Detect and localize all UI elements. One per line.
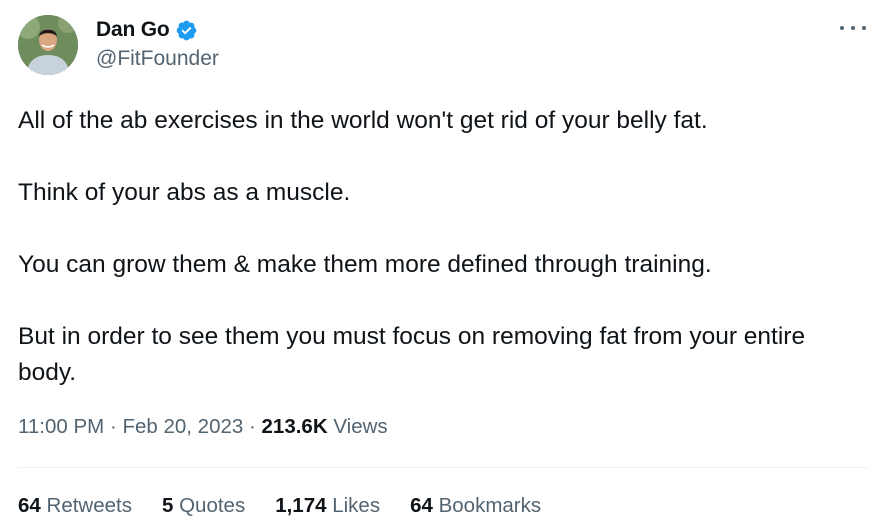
meta-separator: · — [109, 415, 117, 438]
quotes-label: Quotes — [179, 494, 246, 517]
tweet-paragraph: But in order to see them you must focus … — [18, 323, 806, 386]
author-display-name[interactable]: Dan Go — [96, 18, 170, 42]
author-handle[interactable]: @FitFounder — [96, 47, 219, 71]
engagement-stats: 64 Retweets 5 Quotes 1,174 Likes 64 Book… — [18, 494, 571, 518]
tweet-paragraph: All of the ab exercises in the world won… — [18, 107, 708, 134]
tweet-time[interactable]: 11:00 PM — [18, 415, 104, 438]
views-count: 213.6K — [261, 415, 328, 438]
more-horizontal-icon — [840, 26, 844, 30]
likes-stat[interactable]: 1,174 Likes — [275, 494, 380, 518]
retweets-count: 64 — [18, 494, 41, 517]
divider — [18, 467, 868, 468]
quotes-stat[interactable]: 5 Quotes — [162, 494, 245, 518]
retweets-stat[interactable]: 64 Retweets — [18, 494, 132, 518]
tweet-text: All of the ab exercises in the world won… — [18, 103, 868, 391]
tweet-paragraph: Think of your abs as a muscle. — [18, 179, 351, 206]
tweet-date[interactable]: Feb 20, 2023 — [122, 415, 243, 438]
more-options-button[interactable] — [840, 18, 866, 38]
more-horizontal-icon — [851, 26, 855, 30]
quotes-count: 5 — [161, 494, 174, 517]
bookmarks-label: Bookmarks — [438, 494, 542, 517]
verified-badge-icon[interactable] — [175, 19, 198, 42]
more-horizontal-icon — [862, 26, 866, 30]
tweet-meta: 11:00 PM · Feb 20, 2023 · 213.6K Views — [18, 415, 388, 439]
likes-count: 1,174 — [275, 494, 327, 517]
retweets-label: Retweets — [46, 494, 132, 517]
profile-photo-icon — [18, 15, 78, 75]
views-label: Views — [333, 415, 388, 438]
avatar[interactable] — [18, 15, 78, 75]
bookmarks-count: 64 — [410, 494, 433, 517]
likes-label: Likes — [332, 494, 381, 517]
meta-separator: · — [249, 415, 256, 438]
tweet-paragraph: You can grow them & make them more defin… — [18, 251, 712, 278]
bookmarks-stat[interactable]: 64 Bookmarks — [410, 494, 541, 518]
author-name-row: Dan Go — [96, 16, 198, 44]
